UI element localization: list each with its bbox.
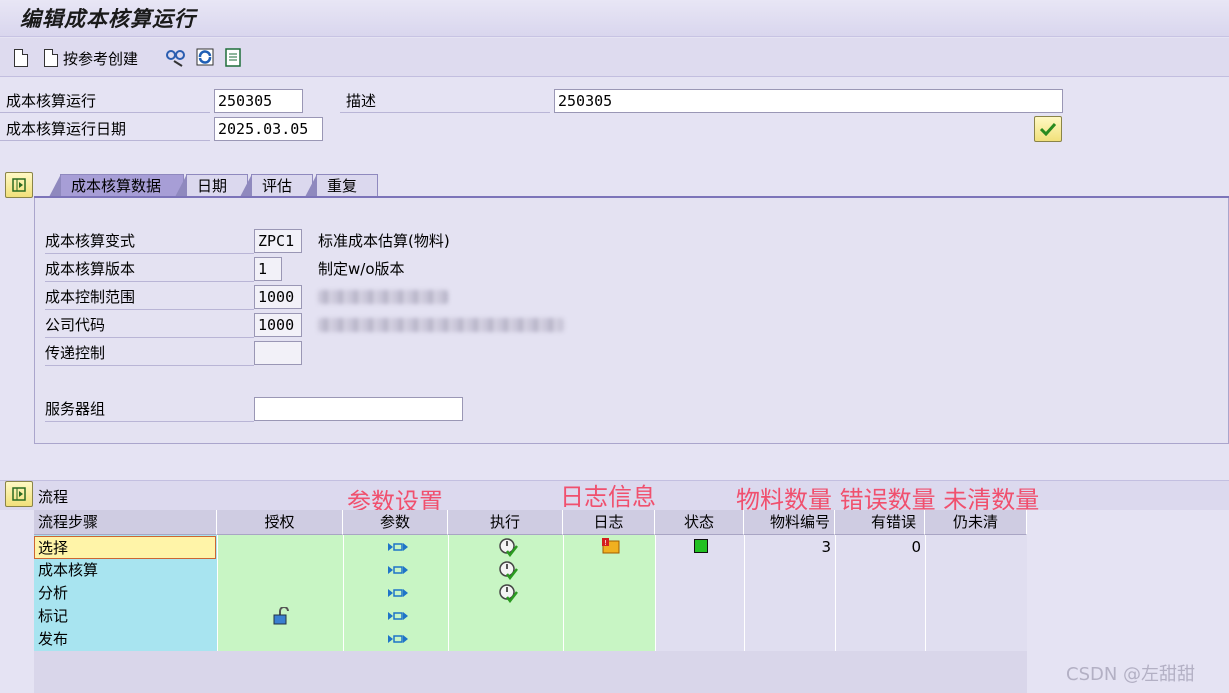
- unlock-icon[interactable]: [271, 607, 291, 625]
- parameter-icon[interactable]: [388, 611, 408, 621]
- green-columns-bg: [217, 535, 655, 651]
- costing-variant-desc: 标准成本估算(物料): [318, 232, 450, 250]
- execute-clock-icon[interactable]: [498, 537, 518, 557]
- svg-text:!: !: [604, 539, 607, 547]
- execute-clock-icon[interactable]: [498, 560, 518, 580]
- tab-dates[interactable]: 日期: [175, 174, 248, 197]
- flow-title: 流程: [38, 488, 69, 506]
- parameter-icon[interactable]: [388, 634, 408, 644]
- col-header-log[interactable]: 日志: [563, 510, 655, 535]
- server-group-input[interactable]: [254, 397, 463, 421]
- blurred-area-text: [318, 290, 448, 304]
- materials-count: 3: [821, 538, 831, 556]
- parameter-icon[interactable]: [388, 565, 408, 575]
- description-label: 描述: [340, 89, 550, 113]
- costing-version-field[interactable]: 1: [254, 257, 282, 281]
- page-title: 编辑成本核算运行: [20, 7, 196, 31]
- flow-step-release[interactable]: 发布: [38, 628, 216, 651]
- costing-run-input[interactable]: 250305: [214, 89, 303, 113]
- col-sep: [343, 535, 344, 651]
- status-ok-icon: [694, 539, 708, 553]
- checkmark-icon: [1040, 122, 1056, 136]
- grid-empty-area: [34, 651, 1027, 693]
- col-sep: [217, 535, 218, 651]
- col-header-auth[interactable]: 授权: [217, 510, 343, 535]
- create-by-reference-button[interactable]: 按参考创建: [44, 47, 138, 69]
- watermark: CSDN @左甜甜: [1066, 664, 1196, 685]
- controlling-area-label: 成本控制范围: [45, 284, 254, 310]
- costing-version-label: 成本核算版本: [45, 256, 254, 282]
- document-icon: [44, 49, 58, 67]
- costing-run-date-label: 成本核算运行日期: [0, 117, 210, 141]
- col-sep: [925, 535, 926, 651]
- costing-run-label: 成本核算运行: [0, 89, 210, 113]
- costing-variant-field[interactable]: ZPC1: [254, 229, 302, 253]
- costing-variant-label: 成本核算变式: [45, 228, 254, 254]
- panel-toggle-icon: [12, 178, 26, 192]
- col-header-errors[interactable]: 有错误: [835, 510, 925, 535]
- col-header-params[interactable]: 参数: [343, 510, 448, 535]
- col-header-step[interactable]: 流程步骤: [34, 510, 217, 535]
- col-header-execute[interactable]: 执行: [448, 510, 563, 535]
- flow-step-select[interactable]: 选择: [34, 536, 216, 559]
- window-title-bar: 编辑成本核算运行: [0, 0, 1229, 37]
- company-code-field[interactable]: 1000: [254, 313, 302, 337]
- new-document-icon: [14, 49, 28, 67]
- server-group-label: 服务器组: [45, 396, 254, 422]
- col-header-materials[interactable]: 物料编号: [744, 510, 835, 535]
- blurred-company-text: [318, 318, 564, 332]
- parameter-icon[interactable]: [388, 542, 408, 552]
- col-sep: [448, 535, 449, 651]
- confirm-button[interactable]: [1034, 116, 1062, 142]
- glasses-icon[interactable]: [166, 47, 186, 67]
- application-toolbar: 按参考创建: [0, 38, 1229, 77]
- expand-tabs-button[interactable]: [5, 172, 33, 198]
- create-button[interactable]: [14, 47, 33, 69]
- notepad-icon[interactable]: [223, 47, 243, 67]
- tab-repeat[interactable]: 重复: [305, 174, 378, 197]
- transfer-control-label: 传递控制: [45, 340, 254, 366]
- panel-toggle-icon: [12, 487, 26, 501]
- errors-count: 0: [911, 538, 921, 556]
- transfer-control-field[interactable]: [254, 341, 302, 365]
- refresh-icon[interactable]: [195, 47, 215, 67]
- tab-valuation[interactable]: 评估: [240, 174, 313, 197]
- col-sep: [655, 535, 656, 651]
- execute-clock-icon[interactable]: [498, 583, 518, 603]
- parameter-icon[interactable]: [388, 588, 408, 598]
- flow-step-marking[interactable]: 标记: [38, 605, 216, 628]
- company-code-label: 公司代码: [45, 312, 254, 338]
- annotation-log: 日志信息: [560, 483, 656, 511]
- costing-run-date-input[interactable]: 2025.03.05: [214, 117, 323, 141]
- log-message-icon[interactable]: !: [601, 537, 621, 555]
- description-input[interactable]: 250305: [554, 89, 1063, 113]
- flow-step-analysis[interactable]: 分析: [38, 582, 216, 605]
- create-by-reference-label: 按参考创建: [63, 49, 139, 68]
- controlling-area-field[interactable]: 1000: [254, 285, 302, 309]
- col-sep: [563, 535, 564, 651]
- col-header-status[interactable]: 状态: [655, 510, 744, 535]
- expand-flow-button[interactable]: [5, 481, 33, 507]
- flow-step-costing[interactable]: 成本核算: [38, 559, 216, 582]
- col-header-open[interactable]: 仍未清: [925, 510, 1027, 535]
- costing-version-desc: 制定w/o版本: [318, 260, 405, 278]
- tab-costing-data[interactable]: 成本核算数据: [49, 174, 184, 197]
